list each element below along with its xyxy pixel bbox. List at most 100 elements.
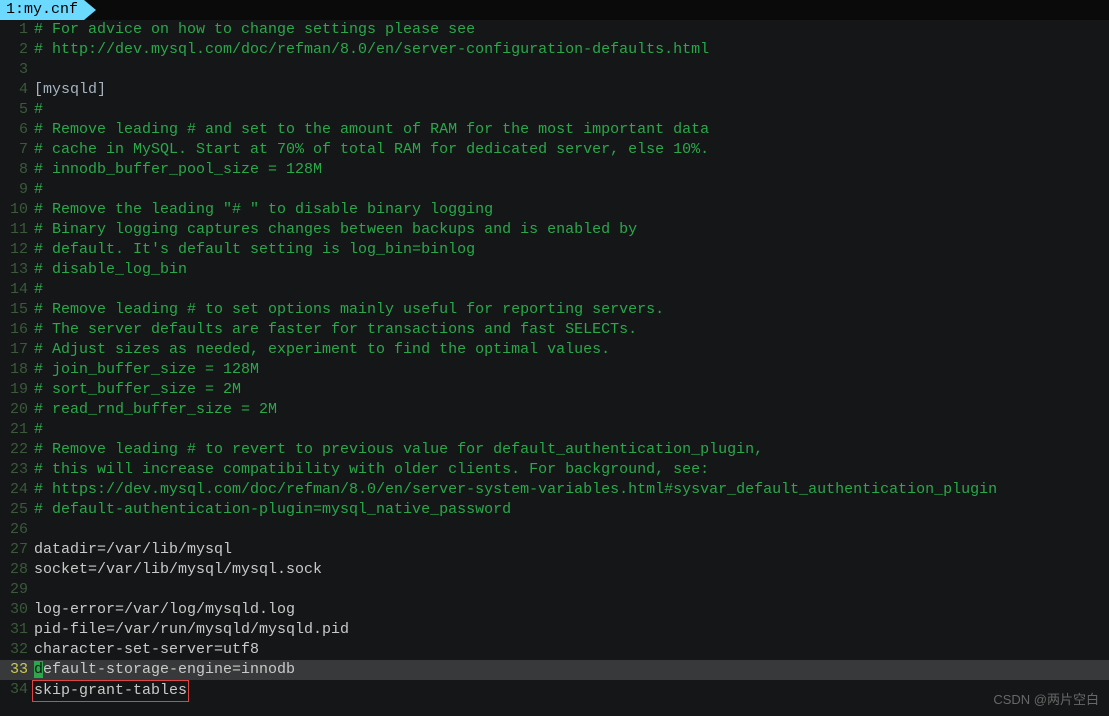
line-content[interactable]: #	[34, 100, 1109, 120]
code-line[interactable]: 3	[0, 60, 1109, 80]
line-content[interactable]: # this will increase compatibility with …	[34, 460, 1109, 480]
code-line[interactable]: 12# default. It's default setting is log…	[0, 240, 1109, 260]
line-content[interactable]: # https://dev.mysql.com/doc/refman/8.0/e…	[34, 480, 1109, 500]
line-content[interactable]: #	[34, 420, 1109, 440]
code-line[interactable]: 29	[0, 580, 1109, 600]
line-number: 5	[0, 100, 34, 120]
line-content[interactable]: # innodb_buffer_pool_size = 128M	[34, 160, 1109, 180]
code-line[interactable]: 24# https://dev.mysql.com/doc/refman/8.0…	[0, 480, 1109, 500]
line-number: 23	[0, 460, 34, 480]
code-line[interactable]: 23# this will increase compatibility wit…	[0, 460, 1109, 480]
editor-window: 1: my.cnf 1# For advice on how to change…	[0, 0, 1109, 716]
line-number: 31	[0, 620, 34, 640]
line-content[interactable]: # Binary logging captures changes betwee…	[34, 220, 1109, 240]
line-content[interactable]: character-set-server=utf8	[34, 640, 1109, 660]
line-content[interactable]: log-error=/var/log/mysqld.log	[34, 600, 1109, 620]
code-area[interactable]: 1# For advice on how to change settings …	[0, 20, 1109, 716]
line-number: 33	[0, 660, 34, 680]
line-content[interactable]: # The server defaults are faster for tra…	[34, 320, 1109, 340]
code-line[interactable]: 10# Remove the leading "# " to disable b…	[0, 200, 1109, 220]
line-number: 27	[0, 540, 34, 560]
text-cursor: d	[34, 661, 43, 678]
line-number: 16	[0, 320, 34, 340]
line-number: 20	[0, 400, 34, 420]
line-number: 21	[0, 420, 34, 440]
code-line[interactable]: 34skip-grant-tables	[0, 680, 1109, 700]
code-line[interactable]: 25# default-authentication-plugin=mysql_…	[0, 500, 1109, 520]
line-number: 11	[0, 220, 34, 240]
line-number: 14	[0, 280, 34, 300]
line-content[interactable]: # http://dev.mysql.com/doc/refman/8.0/en…	[34, 40, 1109, 60]
line-content[interactable]: datadir=/var/lib/mysql	[34, 540, 1109, 560]
line-number: 18	[0, 360, 34, 380]
line-content[interactable]: # Adjust sizes as needed, experiment to …	[34, 340, 1109, 360]
line-number: 29	[0, 580, 34, 600]
line-number: 13	[0, 260, 34, 280]
line-number: 24	[0, 480, 34, 500]
code-line[interactable]: 27datadir=/var/lib/mysql	[0, 540, 1109, 560]
active-tab[interactable]: 1: my.cnf	[0, 0, 84, 20]
line-content[interactable]: # sort_buffer_size = 2M	[34, 380, 1109, 400]
line-content[interactable]: # For advice on how to change settings p…	[34, 20, 1109, 40]
code-line[interactable]: 9#	[0, 180, 1109, 200]
code-line[interactable]: 7# cache in MySQL. Start at 70% of total…	[0, 140, 1109, 160]
code-line[interactable]: 19# sort_buffer_size = 2M	[0, 380, 1109, 400]
line-content[interactable]: pid-file=/var/run/mysqld/mysqld.pid	[34, 620, 1109, 640]
code-line[interactable]: 15# Remove leading # to set options main…	[0, 300, 1109, 320]
line-content[interactable]: socket=/var/lib/mysql/mysql.sock	[34, 560, 1109, 580]
line-content[interactable]: [mysqld]	[34, 80, 1109, 100]
code-line[interactable]: 16# The server defaults are faster for t…	[0, 320, 1109, 340]
line-content[interactable]	[34, 520, 1109, 540]
line-number: 32	[0, 640, 34, 660]
code-line[interactable]: 17# Adjust sizes as needed, experiment t…	[0, 340, 1109, 360]
line-number: 3	[0, 60, 34, 80]
tab-arrow-icon	[84, 0, 96, 20]
code-line[interactable]: 21#	[0, 420, 1109, 440]
code-line[interactable]: 31pid-file=/var/run/mysqld/mysqld.pid	[0, 620, 1109, 640]
line-content[interactable]: skip-grant-tables	[34, 680, 1109, 700]
line-number: 15	[0, 300, 34, 320]
line-content[interactable]: # default-authentication-plugin=mysql_na…	[34, 500, 1109, 520]
code-line[interactable]: 33default-storage-engine=innodb	[0, 660, 1109, 680]
code-line[interactable]: 4[mysqld]	[0, 80, 1109, 100]
code-line[interactable]: 2# http://dev.mysql.com/doc/refman/8.0/e…	[0, 40, 1109, 60]
line-number: 12	[0, 240, 34, 260]
line-content[interactable]: # join_buffer_size = 128M	[34, 360, 1109, 380]
code-line[interactable]: 1# For advice on how to change settings …	[0, 20, 1109, 40]
line-content[interactable]: # Remove leading # to revert to previous…	[34, 440, 1109, 460]
code-line[interactable]: 18# join_buffer_size = 128M	[0, 360, 1109, 380]
code-line[interactable]: 28socket=/var/lib/mysql/mysql.sock	[0, 560, 1109, 580]
line-content[interactable]	[34, 60, 1109, 80]
line-number: 28	[0, 560, 34, 580]
code-line[interactable]: 22# Remove leading # to revert to previo…	[0, 440, 1109, 460]
tab-filename: my.cnf	[24, 0, 78, 20]
code-line[interactable]: 26	[0, 520, 1109, 540]
watermark-text: CSDN @两片空白	[993, 690, 1099, 710]
line-number: 22	[0, 440, 34, 460]
line-content[interactable]: # Remove leading # to set options mainly…	[34, 300, 1109, 320]
code-line[interactable]: 8# innodb_buffer_pool_size = 128M	[0, 160, 1109, 180]
line-number: 9	[0, 180, 34, 200]
code-line[interactable]: 14#	[0, 280, 1109, 300]
code-line[interactable]: 30log-error=/var/log/mysqld.log	[0, 600, 1109, 620]
line-number: 30	[0, 600, 34, 620]
line-number: 26	[0, 520, 34, 540]
line-content[interactable]: # read_rnd_buffer_size = 2M	[34, 400, 1109, 420]
line-content[interactable]	[34, 580, 1109, 600]
line-content[interactable]: # disable_log_bin	[34, 260, 1109, 280]
line-content[interactable]: #	[34, 280, 1109, 300]
code-line[interactable]: 6# Remove leading # and set to the amoun…	[0, 120, 1109, 140]
line-content[interactable]: # Remove leading # and set to the amount…	[34, 120, 1109, 140]
code-line[interactable]: 11# Binary logging captures changes betw…	[0, 220, 1109, 240]
line-content[interactable]: # default. It's default setting is log_b…	[34, 240, 1109, 260]
line-content[interactable]: default-storage-engine=innodb	[34, 660, 1109, 680]
code-line[interactable]: 32character-set-server=utf8	[0, 640, 1109, 660]
line-number: 19	[0, 380, 34, 400]
line-content[interactable]: #	[34, 180, 1109, 200]
line-content[interactable]: # Remove the leading "# " to disable bin…	[34, 200, 1109, 220]
code-line[interactable]: 5#	[0, 100, 1109, 120]
code-line[interactable]: 13# disable_log_bin	[0, 260, 1109, 280]
code-line[interactable]: 20# read_rnd_buffer_size = 2M	[0, 400, 1109, 420]
line-number: 17	[0, 340, 34, 360]
line-content[interactable]: # cache in MySQL. Start at 70% of total …	[34, 140, 1109, 160]
